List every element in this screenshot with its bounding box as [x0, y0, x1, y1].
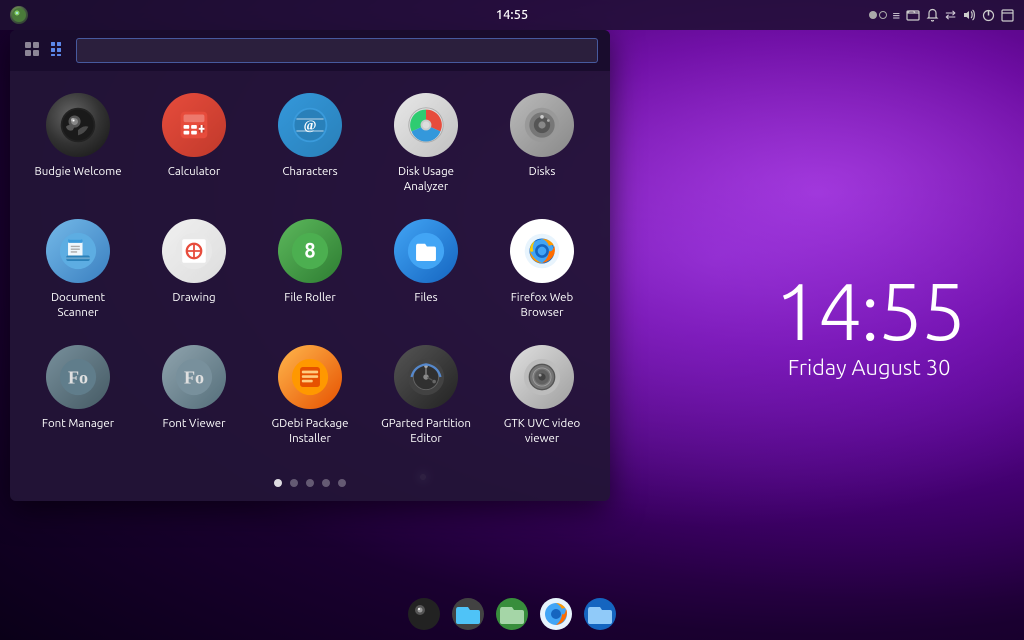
budgie-logo-icon[interactable] — [10, 6, 28, 24]
characters-label: Characters — [282, 165, 337, 180]
clock-area: 14:55 Friday August 30 — [774, 271, 964, 380]
files-icon — [394, 219, 458, 283]
app-item-characters[interactable]: @ Characters — [252, 81, 368, 207]
panel-files-icon[interactable] — [906, 8, 920, 22]
gparted-icon — [394, 345, 458, 409]
disk-usage-label: Disk Usage Analyzer — [381, 165, 471, 195]
app-item-drawing[interactable]: Drawing — [136, 207, 252, 333]
page-dots — [10, 469, 610, 501]
app-item-gparted[interactable]: GParted Partition Editor — [368, 333, 484, 459]
gtk-uvc-label: GTK UVC video viewer — [497, 417, 587, 447]
gdebi-icon — [278, 345, 342, 409]
app-item-disk-usage[interactable]: Disk Usage Analyzer — [368, 81, 484, 207]
budgie-welcome-label: Budgie Welcome — [34, 165, 121, 180]
view-toggle — [22, 39, 68, 62]
drawing-label: Drawing — [172, 291, 215, 306]
app-item-document-scanner[interactable]: Document Scanner — [20, 207, 136, 333]
clock-time: 14:55 — [774, 271, 964, 351]
files-label: Files — [414, 291, 437, 306]
page-dot-4[interactable] — [322, 479, 330, 487]
panel-window-icon[interactable] — [1001, 9, 1014, 22]
svg-text:Fo: Fo — [68, 367, 88, 387]
app-item-firefox[interactable]: Firefox Web Browser — [484, 207, 600, 333]
panel-volume-icon[interactable] — [962, 9, 976, 21]
app-menu: Budgie Welcome Calculator — [10, 30, 610, 501]
search-input[interactable] — [76, 38, 598, 63]
app-grid: Budgie Welcome Calculator — [10, 71, 610, 469]
panel-menu-icon[interactable]: ≡ — [893, 8, 901, 23]
file-roller-label: File Roller — [284, 291, 335, 306]
panel-right: ≡ ⇄ — [869, 8, 1015, 23]
disks-label: Disks — [529, 165, 556, 180]
disk-usage-icon — [394, 93, 458, 157]
menu-header — [10, 30, 610, 71]
app-item-font-manager[interactable]: Fo Font Manager — [20, 333, 136, 459]
app-item-files[interactable]: Files — [368, 207, 484, 333]
panel-left — [10, 6, 28, 24]
calculator-icon — [162, 93, 226, 157]
drawing-icon — [162, 219, 226, 283]
taskbar-nautilus[interactable] — [492, 594, 532, 634]
svg-text:8: 8 — [304, 239, 316, 262]
gtk-uvc-icon — [510, 345, 574, 409]
panel-indicator-1 — [869, 11, 887, 19]
panel-bell-icon[interactable] — [926, 8, 939, 22]
page-dot-5[interactable] — [338, 479, 346, 487]
firefox-label: Firefox Web Browser — [497, 291, 587, 321]
app-item-file-roller[interactable]: 8 File Roller — [252, 207, 368, 333]
taskbar-nemo[interactable] — [580, 594, 620, 634]
calculator-label: Calculator — [168, 165, 220, 180]
panel-power-icon[interactable] — [982, 9, 995, 22]
grid-view-icon[interactable] — [22, 39, 42, 62]
app-item-disks[interactable]: Disks — [484, 81, 600, 207]
svg-text:Fo: Fo — [184, 367, 204, 387]
doc-scanner-icon — [46, 219, 110, 283]
list-view-icon[interactable] — [48, 39, 68, 62]
svg-text:@: @ — [304, 117, 317, 132]
disks-icon — [510, 93, 574, 157]
gdebi-label: GDebi Package Installer — [265, 417, 355, 447]
budgie-welcome-icon — [46, 93, 110, 157]
app-item-gtk-uvc[interactable]: GTK UVC video viewer — [484, 333, 600, 459]
app-item-budgie-welcome[interactable]: Budgie Welcome — [20, 81, 136, 207]
gparted-label: GParted Partition Editor — [381, 417, 471, 447]
top-panel: 14:55 ≡ ⇄ — [0, 0, 1024, 30]
page-dot-3[interactable] — [306, 479, 314, 487]
app-item-font-viewer[interactable]: Fo Font Viewer — [136, 333, 252, 459]
app-item-gdebi[interactable]: GDebi Package Installer — [252, 333, 368, 459]
font-manager-icon: Fo — [46, 345, 110, 409]
file-roller-icon: 8 — [278, 219, 342, 283]
app-item-calculator[interactable]: Calculator — [136, 81, 252, 207]
characters-icon: @ — [278, 93, 342, 157]
taskbar-budgie-welcome[interactable] — [404, 594, 444, 634]
taskbar — [392, 590, 632, 640]
firefox-icon — [510, 219, 574, 283]
taskbar-firefox[interactable] — [536, 594, 576, 634]
font-manager-label: Font Manager — [42, 417, 114, 432]
panel-clock: 14:55 — [496, 8, 529, 22]
clock-date: Friday August 30 — [774, 355, 964, 380]
panel-network-icon[interactable]: ⇄ — [945, 8, 956, 23]
font-viewer-icon: Fo — [162, 345, 226, 409]
taskbar-files[interactable] — [448, 594, 488, 634]
doc-scanner-label: Document Scanner — [33, 291, 123, 321]
page-dot-1[interactable] — [274, 479, 282, 487]
font-viewer-label: Font Viewer — [163, 417, 226, 432]
page-dot-2[interactable] — [290, 479, 298, 487]
